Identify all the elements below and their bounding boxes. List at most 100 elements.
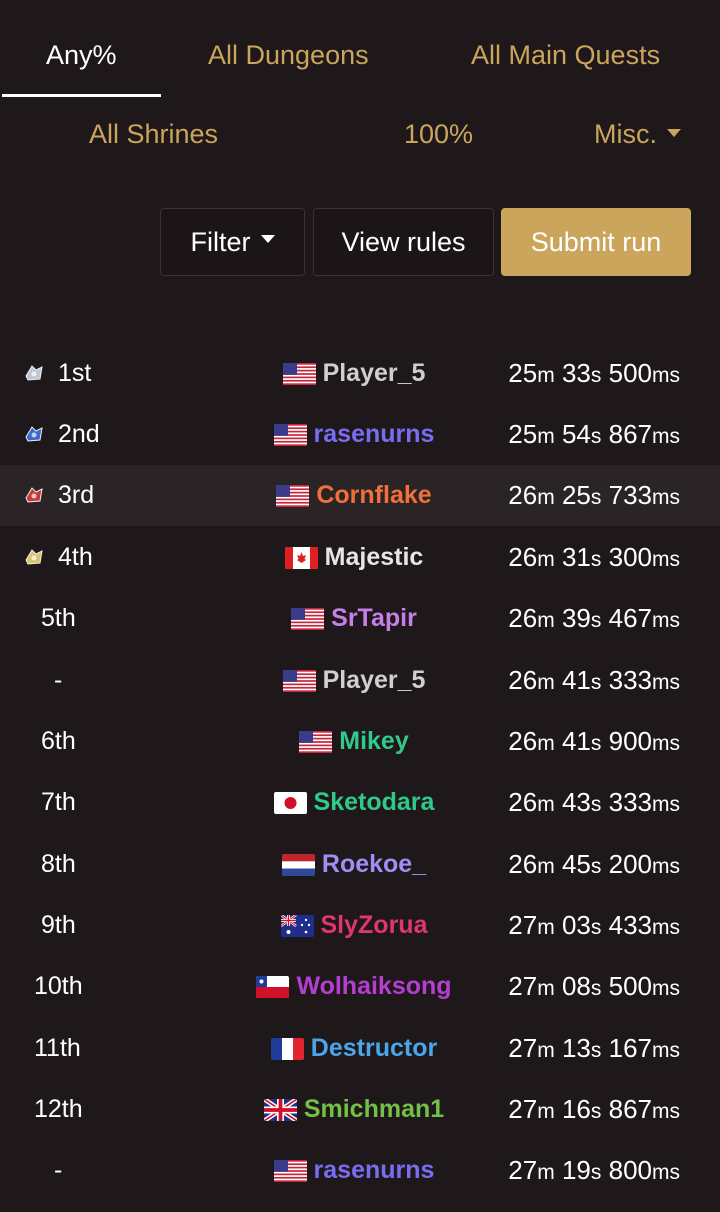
flag-gb-icon — [263, 1098, 297, 1121]
time-seconds: 43 — [561, 787, 591, 817]
tab-all-main-quests[interactable]: All Main Quests — [471, 40, 660, 71]
leaderboard-row[interactable]: 3rd Cornflake 26m 25s 733ms — [0, 465, 720, 526]
time-minutes: 26 — [508, 787, 538, 817]
unit-m: m — [537, 793, 555, 816]
unit-m: m — [537, 671, 555, 694]
view-rules-label: View rules — [341, 226, 466, 257]
player-name: rasenurns — [313, 420, 435, 448]
player-link[interactable]: Smichman1 — [263, 1095, 444, 1124]
time-seconds: 25 — [561, 480, 591, 510]
player-link[interactable]: SrTapir — [291, 604, 417, 633]
time-milliseconds: 500 — [608, 971, 652, 1001]
leaderboard-row[interactable]: 2nd rasenurns 25m 54s 867ms — [0, 404, 720, 465]
unit-ms: ms — [652, 1039, 680, 1062]
run-time: 27m 13s 167ms — [508, 1018, 680, 1079]
time-seconds: 13 — [561, 1033, 591, 1063]
unit-ms: ms — [652, 793, 680, 816]
unit-ms: ms — [652, 855, 680, 878]
unit-s: s — [590, 609, 602, 632]
run-time: 27m 16s 867ms — [508, 1079, 680, 1140]
time-minutes: 26 — [508, 603, 538, 633]
unit-s: s — [590, 1100, 602, 1123]
unit-s: s — [590, 916, 602, 939]
player-link[interactable]: Roekoe_ — [281, 850, 427, 879]
unit-m: m — [537, 977, 555, 1000]
run-time: 26m 45s 200ms — [508, 834, 680, 895]
player-link[interactable]: Sketodara — [273, 788, 435, 817]
unit-s: s — [590, 855, 602, 878]
player-link[interactable]: Player_5 — [282, 666, 425, 695]
player-link[interactable]: Destructor — [270, 1034, 437, 1063]
player-name: Sketodara — [313, 788, 435, 816]
leaderboard-row[interactable]: 6th Mikey 26m 41s 900ms — [0, 711, 720, 772]
time-seconds: 08 — [561, 971, 591, 1001]
run-time: 27m 19s 800ms — [508, 1140, 680, 1201]
player-name: Wolhaiksong — [296, 972, 452, 1000]
run-time: 27m 03s 433ms — [508, 895, 680, 956]
flag-us-icon — [299, 730, 333, 753]
tab-any-percent[interactable]: Any% — [46, 40, 117, 71]
view-rules-button[interactable]: View rules — [313, 208, 494, 276]
flag-fr-icon — [270, 1037, 304, 1060]
run-time: 26m 39s 467ms — [508, 588, 680, 649]
unit-s: s — [590, 486, 602, 509]
player-name: Cornflake — [316, 481, 432, 509]
time-milliseconds: 433 — [608, 910, 652, 940]
time-seconds: 54 — [561, 419, 591, 449]
filter-button[interactable]: Filter — [160, 208, 305, 276]
flag-jp-icon — [273, 791, 307, 814]
tab-all-dungeons[interactable]: All Dungeons — [208, 40, 369, 71]
player-link[interactable]: Wolhaiksong — [256, 972, 452, 1001]
tab-misc-dropdown[interactable]: Misc. — [594, 119, 681, 150]
time-seconds: 19 — [561, 1155, 591, 1185]
active-tab-indicator — [2, 94, 161, 97]
player-link[interactable]: SlyZorua — [280, 911, 428, 940]
submit-run-button[interactable]: Submit run — [501, 208, 691, 276]
player-name: Roekoe_ — [321, 850, 427, 878]
unit-m: m — [537, 609, 555, 632]
unit-ms: ms — [652, 671, 680, 694]
tab-misc-label: Misc. — [594, 119, 657, 149]
time-minutes: 27 — [508, 910, 538, 940]
time-milliseconds: 333 — [608, 665, 652, 695]
unit-m: m — [537, 916, 555, 939]
leaderboard-row[interactable]: 9th SlyZorua 27m 03s 433ms — [0, 895, 720, 956]
leaderboard-row[interactable]: 12th Smichman1 27m 16s 867ms — [0, 1079, 720, 1140]
unit-s: s — [590, 977, 602, 1000]
leaderboard-row[interactable]: - Player_5 26m 41s 333ms — [0, 650, 720, 711]
leaderboard-row[interactable]: 7th Sketodara 26m 43s 333ms — [0, 772, 720, 833]
leaderboard-row[interactable]: 1st Player_5 25m 33s 500ms — [0, 343, 720, 404]
unit-s: s — [590, 548, 602, 571]
unit-ms: ms — [652, 732, 680, 755]
tab-100-percent[interactable]: 100% — [404, 119, 473, 150]
unit-m: m — [537, 732, 555, 755]
submit-run-label: Submit run — [530, 226, 662, 257]
leaderboard-row[interactable]: 10th Wolhaiksong 27m 08s 500ms — [0, 956, 720, 1017]
time-minutes: 26 — [508, 726, 538, 756]
time-milliseconds: 467 — [608, 603, 652, 633]
player-link[interactable]: Cornflake — [276, 481, 432, 510]
unit-m: m — [537, 1039, 555, 1062]
player-name: SrTapir — [331, 604, 417, 632]
player-link[interactable]: Majestic — [284, 543, 423, 572]
player-link[interactable]: Player_5 — [282, 359, 425, 388]
leaderboard-row[interactable]: 5th SrTapir 26m 39s 467ms — [0, 588, 720, 649]
player-link[interactable]: Mikey — [299, 727, 409, 756]
flag-au-icon — [280, 914, 314, 937]
player-name: Mikey — [339, 727, 409, 755]
tab-all-shrines[interactable]: All Shrines — [89, 119, 218, 150]
unit-s: s — [590, 1161, 602, 1184]
time-minutes: 26 — [508, 480, 538, 510]
leaderboard-row[interactable]: 4th Majestic 26m 31s 300ms — [0, 527, 720, 588]
unit-m: m — [537, 364, 555, 387]
leaderboard-row[interactable]: 11th Destructor 27m 13s 167ms — [0, 1018, 720, 1079]
player-name: SlyZorua — [320, 911, 428, 939]
player-link[interactable]: rasenurns — [273, 420, 435, 449]
time-seconds: 45 — [561, 849, 591, 879]
flag-us-icon — [291, 607, 325, 630]
leaderboard-row[interactable]: - rasenurns 27m 19s 800ms — [0, 1140, 720, 1201]
unit-s: s — [590, 1039, 602, 1062]
leaderboard-row[interactable]: 8th Roekoe_ 26m 45s 200ms — [0, 834, 720, 895]
player-link[interactable]: rasenurns — [273, 1156, 434, 1185]
run-time: 25m 54s 867ms — [508, 404, 680, 465]
